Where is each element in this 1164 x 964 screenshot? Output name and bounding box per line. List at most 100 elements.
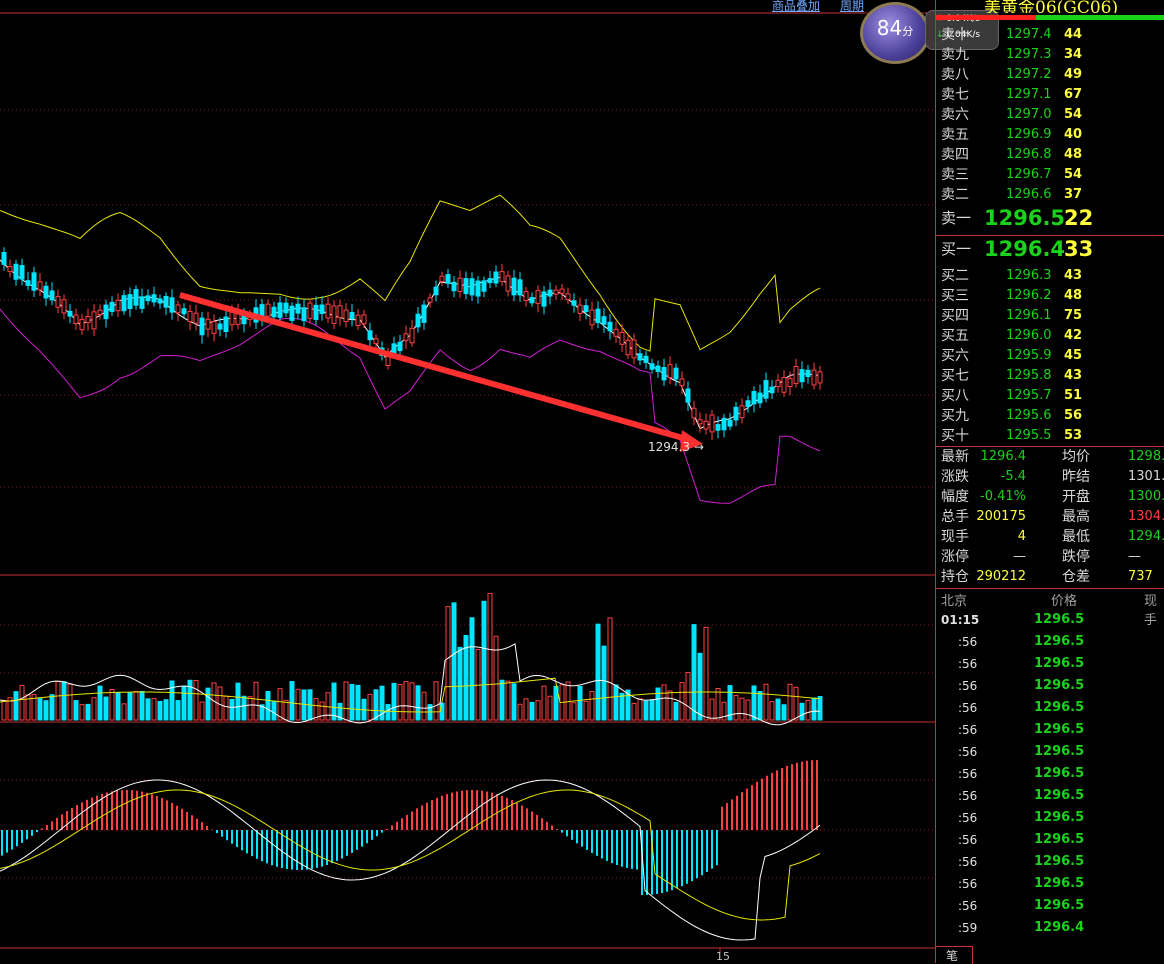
symbol-name[interactable]: 美黄金06(GC06) xyxy=(984,0,1118,13)
candle-body xyxy=(553,289,559,295)
volume-bar xyxy=(133,690,139,721)
bid-label: 买二 xyxy=(941,268,969,284)
volume-bar xyxy=(349,683,355,721)
candle-body xyxy=(121,295,127,312)
tick-row[interactable]: :56 1296.5 xyxy=(936,654,1164,674)
kline-chart[interactable] xyxy=(0,0,935,963)
bid-row[interactable]: 买四 1296.1 75 xyxy=(936,306,1164,326)
bid-price: 1295.9 xyxy=(1006,348,1052,363)
tick-price: 1296.5 xyxy=(1034,788,1085,803)
tick-tab[interactable]: 笔 xyxy=(936,946,973,964)
tick-row[interactable]: 01:15 1296.5 xyxy=(936,610,1164,630)
bid-row[interactable]: 买二 1296.3 43 xyxy=(936,266,1164,286)
volume-bar xyxy=(391,682,397,721)
ask-row[interactable]: 卖九 1297.3 34 xyxy=(936,45,1164,65)
tick-row[interactable]: :56 1296.5 xyxy=(936,698,1164,718)
tick-row[interactable]: :56 1296.5 xyxy=(936,676,1164,696)
bid-row[interactable]: 买一 1296.4 33 xyxy=(936,237,1164,261)
ask-label: 卖四 xyxy=(941,147,969,163)
tick-row[interactable]: :56 1296.5 xyxy=(936,808,1164,828)
candle-body xyxy=(499,271,505,283)
bid-label: 买三 xyxy=(941,288,969,304)
candle-body xyxy=(301,307,307,322)
candle-body xyxy=(271,306,277,318)
x-axis-tick: 15 xyxy=(716,950,730,963)
volume-bar xyxy=(253,681,259,721)
candle-body xyxy=(469,278,475,296)
bid-price: 1296.0 xyxy=(1006,328,1052,343)
volume-bar xyxy=(193,680,199,721)
bid-row[interactable]: 买九 1295.6 56 xyxy=(936,406,1164,426)
period-link[interactable]: 周期 xyxy=(840,0,864,14)
volume-bar xyxy=(1,699,7,721)
ask-volume: 49 xyxy=(1064,67,1083,82)
volume-bar xyxy=(817,696,823,721)
tick-row[interactable]: :56 1296.5 xyxy=(936,720,1164,740)
tick-time: 01:15 xyxy=(941,613,980,627)
speed-score-badge[interactable]: 84分 xyxy=(860,2,930,64)
ask-row[interactable]: 卖十 1297.4 44 xyxy=(936,25,1164,45)
stat-value: 1296.4 xyxy=(980,449,1027,464)
volume-bar xyxy=(433,681,439,721)
divider xyxy=(936,235,1164,236)
ask-row[interactable]: 卖七 1297.1 67 xyxy=(936,85,1164,105)
bid-row[interactable]: 买七 1295.8 43 xyxy=(936,366,1164,386)
tick-row[interactable]: :56 1296.5 xyxy=(936,852,1164,872)
ask-label: 卖七 xyxy=(941,87,969,103)
ask-row[interactable]: 卖三 1296.7 54 xyxy=(936,165,1164,185)
candle-body xyxy=(571,300,577,306)
overlay-link[interactable]: 商品叠加 xyxy=(772,0,820,14)
tick-row[interactable]: :59 1296.4 xyxy=(936,918,1164,938)
ask-label: 卖二 xyxy=(941,187,969,203)
candle-body xyxy=(625,339,631,356)
stat-label: 最高 xyxy=(1062,509,1090,525)
volume-bar xyxy=(511,683,517,721)
ask-label: 卖九 xyxy=(941,47,969,63)
candle-body xyxy=(97,309,103,316)
candle-body xyxy=(421,304,427,323)
bid-row[interactable]: 买五 1296.0 42 xyxy=(936,326,1164,346)
tick-row[interactable]: :56 1296.5 xyxy=(936,764,1164,784)
volume-bar xyxy=(67,683,73,721)
ask-row[interactable]: 卖五 1296.9 40 xyxy=(936,125,1164,145)
volume-bar xyxy=(505,680,511,721)
ask-row[interactable]: 卖二 1296.6 37 xyxy=(936,185,1164,205)
volume-bar xyxy=(787,683,793,721)
candle-body xyxy=(427,297,433,303)
ask-price: 1297.1 xyxy=(1006,87,1052,102)
bid-row[interactable]: 买六 1295.9 45 xyxy=(936,346,1164,366)
bid-row[interactable]: 买三 1296.2 48 xyxy=(936,286,1164,306)
ask-row[interactable]: 卖四 1296.8 48 xyxy=(936,145,1164,165)
ask-row[interactable]: 卖一 1296.5 22 xyxy=(936,208,1164,229)
volume-bar xyxy=(493,635,499,721)
candle-body xyxy=(217,323,223,330)
tick-row[interactable]: :56 1296.5 xyxy=(936,896,1164,916)
volume-bar xyxy=(793,686,799,721)
candle-body xyxy=(49,290,55,301)
volume-bar xyxy=(319,701,325,721)
trend-arrow xyxy=(179,292,691,443)
tick-row[interactable]: :56 1296.5 xyxy=(936,786,1164,806)
stat-value: 737 xyxy=(1128,569,1153,584)
bid-volume: 33 xyxy=(1064,237,1094,261)
candle-body xyxy=(595,308,601,324)
bid-row[interactable]: 买八 1295.7 51 xyxy=(936,386,1164,406)
candle-body xyxy=(547,289,553,297)
tick-row[interactable]: :56 1296.5 xyxy=(936,742,1164,762)
candle-body xyxy=(43,285,49,299)
tick-row[interactable]: :56 1296.5 xyxy=(936,830,1164,850)
candle-body xyxy=(445,274,451,284)
volume-bar xyxy=(469,617,475,721)
ask-label: 卖十 xyxy=(941,27,969,43)
stat-row: 最新 1296.4 均价 1298. xyxy=(936,447,1164,467)
tick-row[interactable]: :56 1296.5 xyxy=(936,874,1164,894)
chart-area[interactable]: 商品叠加 周期 1294.3 → 15 xyxy=(0,0,935,963)
tick-price: 1296.5 xyxy=(1034,766,1085,781)
ask-price: 1296.7 xyxy=(1006,167,1052,182)
ask-row[interactable]: 卖八 1297.2 49 xyxy=(936,65,1164,85)
volume-bar xyxy=(673,701,679,721)
bid-row[interactable]: 买十 1295.5 53 xyxy=(936,426,1164,446)
tick-time: :56 xyxy=(958,701,978,715)
ask-row[interactable]: 卖六 1297.0 54 xyxy=(936,105,1164,125)
tick-row[interactable]: :56 1296.5 xyxy=(936,632,1164,652)
